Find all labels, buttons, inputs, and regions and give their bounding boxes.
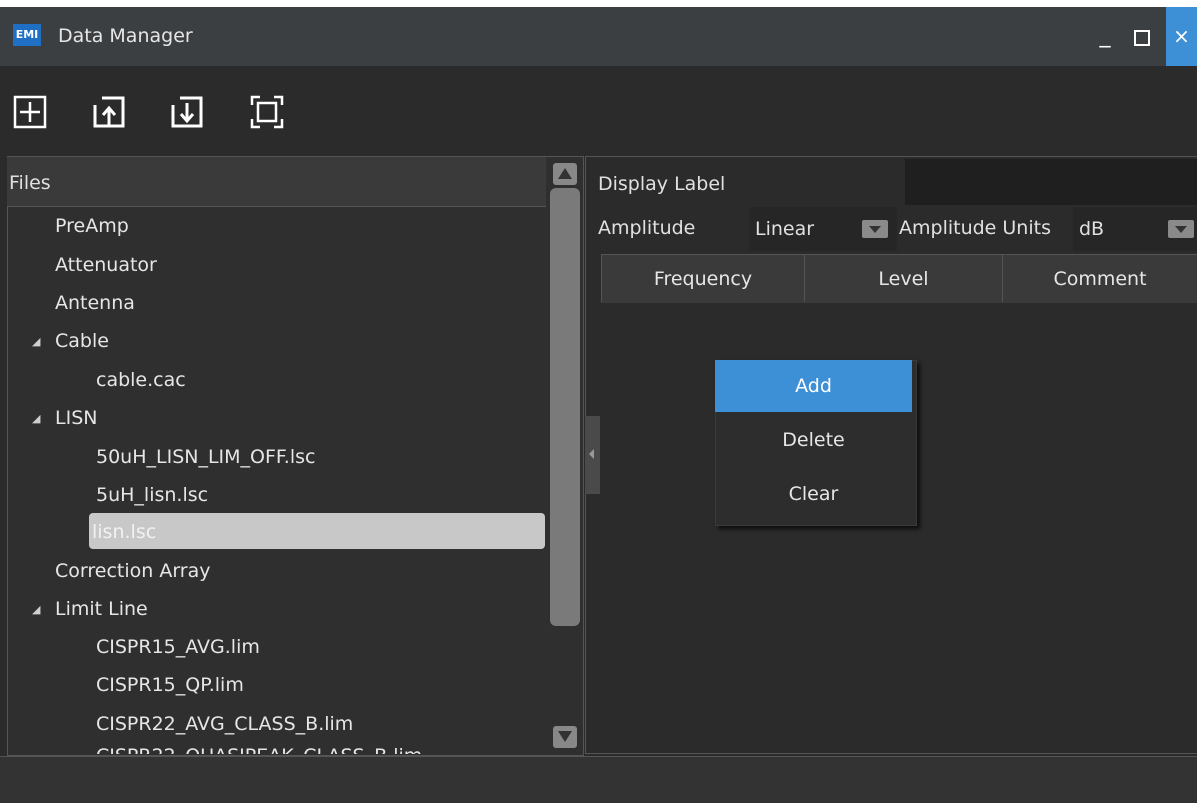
tree-item-limit-line[interactable]: Limit Line — [55, 598, 148, 620]
expanded-arrow-icon[interactable]: ◢ — [32, 335, 40, 348]
column-header-comment[interactable]: Comment — [1003, 254, 1197, 302]
tree-item-cispr15-avg[interactable]: CISPR15_AVG.lim — [96, 636, 260, 658]
tree-item-5uh-lisn[interactable]: 5uH_lisn.lsc — [96, 484, 208, 506]
tree-item-antenna[interactable]: Antenna — [55, 292, 135, 314]
collapse-arrow-icon — [589, 449, 594, 459]
context-menu-clear[interactable]: Clear — [715, 468, 912, 520]
column-header-frequency[interactable]: Frequency — [601, 254, 805, 302]
expanded-arrow-icon[interactable]: ◢ — [32, 603, 40, 616]
tree-item-clipped: CISPR22_QUASIPEAK_CLASS_B.lim — [96, 745, 516, 754]
scroll-up-button[interactable] — [553, 163, 577, 185]
close-button[interactable]: × — [1166, 7, 1197, 66]
context-menu-add[interactable]: Add — [715, 360, 912, 412]
column-header-level[interactable]: Level — [805, 254, 1003, 302]
export-icon — [171, 96, 203, 128]
add-file-button[interactable] — [13, 95, 47, 129]
splitter-handle[interactable] — [585, 416, 600, 494]
selected-row-highlight — [89, 513, 545, 549]
scroll-down-button[interactable] — [553, 726, 577, 748]
tree-item-cispr15-qp[interactable]: CISPR15_QP.lim — [96, 674, 244, 696]
tree-item-preamp[interactable]: PreAmp — [55, 215, 129, 237]
tree-item-cable-cac[interactable]: cable.cac — [96, 369, 186, 391]
chevron-down-icon[interactable] — [1168, 220, 1194, 238]
display-label-input[interactable] — [905, 159, 1197, 205]
maximize-button[interactable] — [1125, 16, 1155, 56]
tree-item-attenuator[interactable]: Attenuator — [55, 254, 157, 276]
tree-item-50uh-lisn[interactable]: 50uH_LISN_LIM_OFF.lsc — [96, 446, 315, 468]
tree-item-cable[interactable]: Cable — [55, 330, 109, 352]
status-bar — [0, 756, 1197, 803]
app-logo: EMI — [13, 24, 41, 46]
chevron-down-icon[interactable] — [862, 220, 888, 238]
fit-view-icon — [250, 95, 284, 129]
tree-item-cispr22-avg[interactable]: CISPR22_AVG_CLASS_B.lim — [96, 713, 353, 735]
import-icon — [93, 96, 125, 128]
amplitude-label: Amplitude — [598, 217, 696, 239]
amplitude-select-value: Linear — [755, 218, 815, 240]
import-button[interactable] — [92, 95, 126, 129]
tree-item-correction-array[interactable]: Correction Array — [55, 560, 211, 582]
maximize-icon — [1134, 30, 1150, 46]
tree-item-lisn-lsc[interactable]: lisn.lsc — [92, 521, 156, 543]
expanded-arrow-icon[interactable]: ◢ — [32, 412, 40, 425]
tree-item-lisn[interactable]: LISN — [55, 407, 97, 429]
export-button[interactable] — [170, 95, 204, 129]
tree-item-cispr22-qp[interactable]: CISPR22_QUASIPEAK_CLASS_B.lim — [96, 745, 422, 754]
add-file-icon — [13, 95, 47, 129]
amplitude-units-label: Amplitude Units — [899, 217, 1051, 239]
files-header: Files — [7, 157, 546, 207]
display-label-label: Display Label — [598, 173, 726, 195]
window-title: Data Manager — [58, 25, 193, 47]
arrow-up-icon — [558, 168, 572, 179]
minimize-button[interactable]: _ — [1090, 16, 1120, 56]
scroll-thumb[interactable] — [550, 188, 580, 626]
fit-view-button[interactable] — [250, 95, 284, 129]
context-menu-delete[interactable]: Delete — [715, 414, 912, 466]
arrow-down-icon — [558, 731, 572, 742]
amplitude-units-value: dB — [1079, 218, 1105, 240]
